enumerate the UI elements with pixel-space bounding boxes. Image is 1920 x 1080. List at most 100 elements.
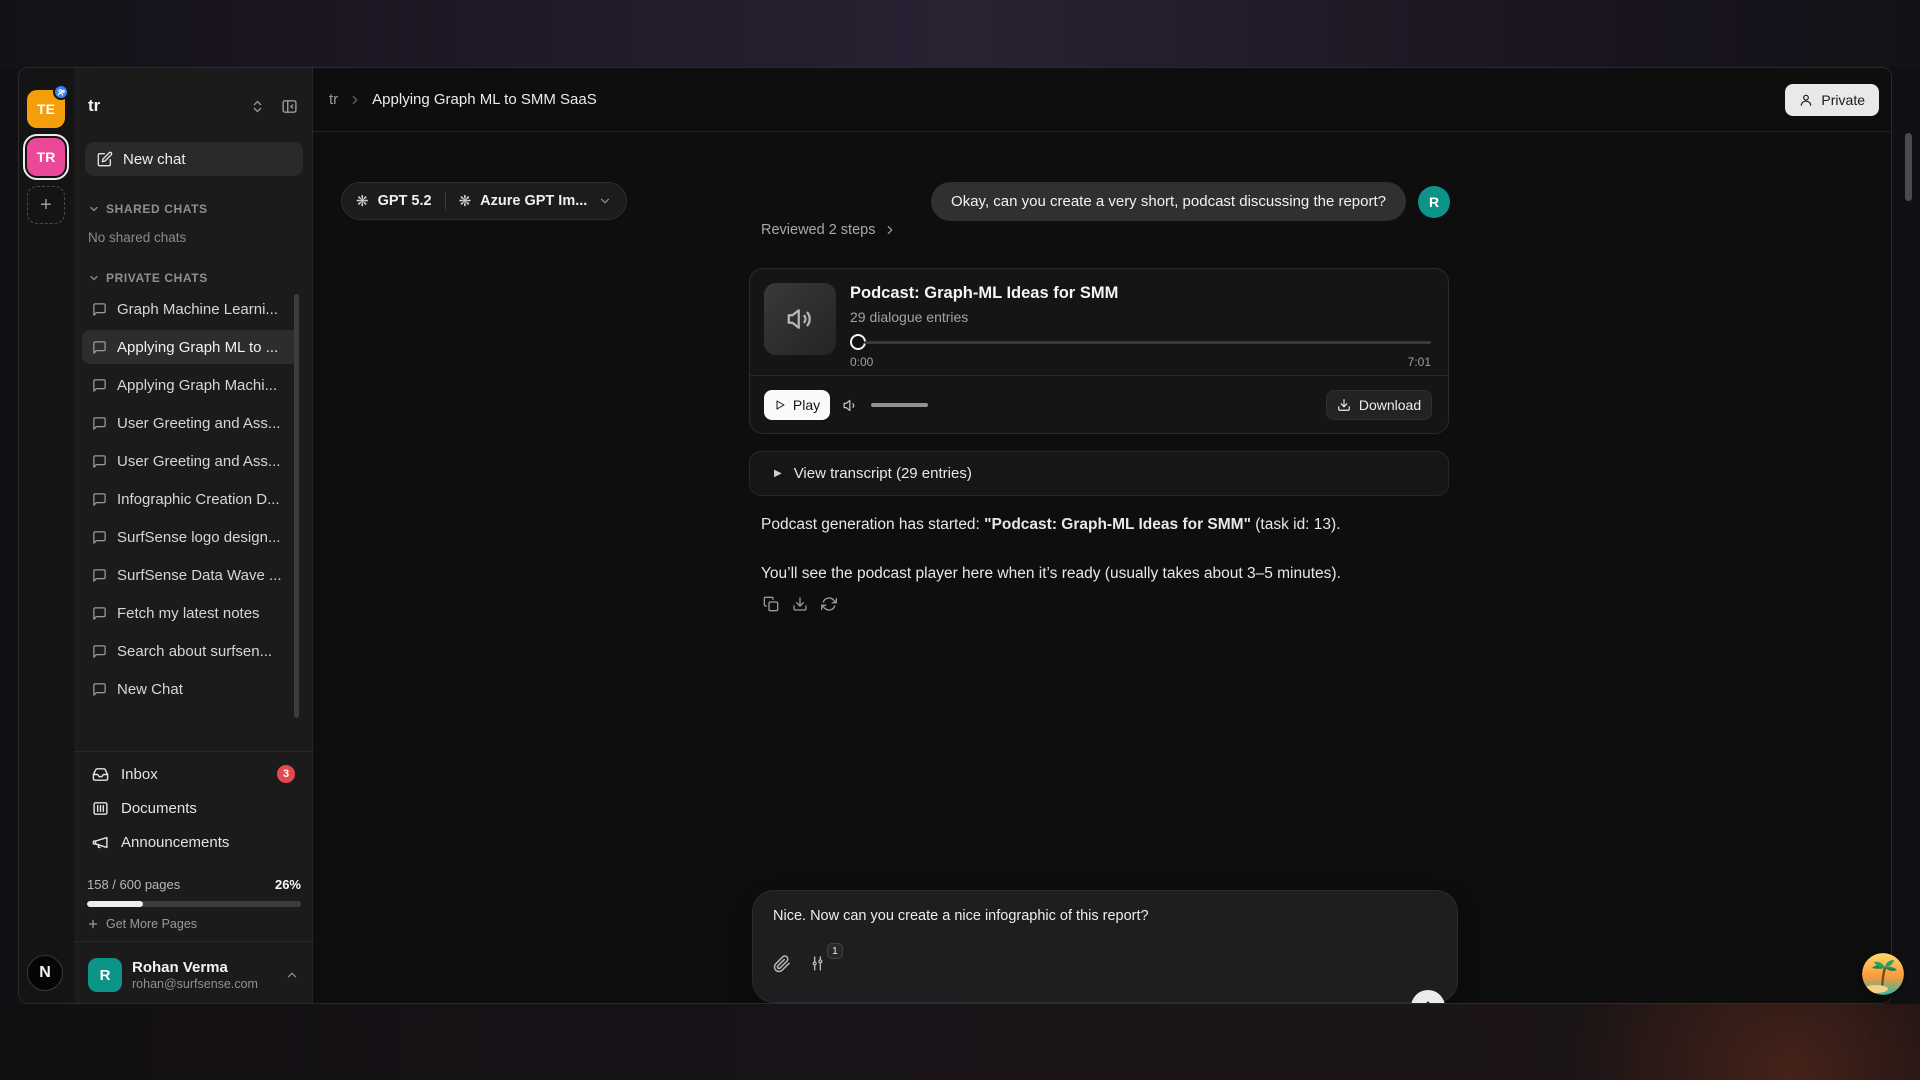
- desktop-background-top: [0, 0, 1920, 67]
- seek-track[interactable]: [864, 341, 1431, 344]
- secondary-model-label: Azure GPT Im...: [480, 193, 587, 209]
- chat-list-item[interactable]: Search about surfsen...: [82, 634, 298, 668]
- sidebar-header: tr: [88, 92, 298, 120]
- download-button[interactable]: Download: [1326, 390, 1432, 420]
- regenerate-icon[interactable]: [821, 596, 837, 612]
- chevron-down-icon: [88, 203, 100, 215]
- copy-icon[interactable]: [763, 596, 779, 612]
- chat-list-item[interactable]: Fetch my latest notes: [82, 596, 298, 630]
- shared-chats-empty-text: No shared chats: [88, 230, 186, 245]
- user-message-avatar: R: [1418, 186, 1450, 218]
- chat-list-item[interactable]: User Greeting and Ass...: [82, 406, 298, 440]
- chat-list-scrollbar[interactable]: [294, 294, 299, 718]
- message-square-icon: [92, 644, 107, 659]
- primary-model-label: GPT 5.2: [378, 193, 432, 209]
- speaker-icon: [785, 304, 815, 334]
- chat-title: SurfSense Data Wave ...: [117, 567, 282, 584]
- sidebar: tr New chat SHARED CHATS No shared chats…: [74, 68, 313, 1003]
- message-square-icon: [92, 378, 107, 393]
- private-chats-label: PRIVATE CHATS: [106, 271, 208, 285]
- sidebar-item-announcements[interactable]: Announcements: [82, 825, 305, 859]
- chat-title: User Greeting and Ass...: [117, 453, 280, 470]
- collapse-sidebar-icon[interactable]: [281, 98, 298, 115]
- workspace-tr-label: TR: [37, 149, 56, 165]
- n-logo-letter: N: [39, 964, 51, 982]
- download-icon: [1337, 398, 1351, 412]
- caret-right-icon: ▶: [774, 468, 782, 479]
- shared-chats-label: SHARED CHATS: [106, 202, 208, 216]
- reviewed-steps-toggle[interactable]: Reviewed 2 steps: [761, 222, 897, 238]
- sources-connectors-icon[interactable]: [809, 955, 826, 977]
- podcast-seek-slider[interactable]: [850, 333, 1431, 351]
- assistant-message-line1: Podcast generation has started: "Podcast…: [761, 514, 1451, 536]
- get-more-pages-button[interactable]: Get More Pages: [87, 917, 197, 931]
- play-label: Play: [793, 397, 820, 413]
- composer-input[interactable]: Nice. Now can you create a nice infograp…: [773, 908, 1433, 924]
- megaphone-icon: [92, 834, 109, 851]
- pages-usage-percent: 26%: [275, 877, 301, 892]
- palm-sticker-widget[interactable]: [1862, 953, 1904, 995]
- chat-list-item[interactable]: Applying Graph Machi...: [82, 368, 298, 402]
- plus-icon: +: [40, 194, 52, 217]
- private-chats-section-header[interactable]: PRIVATE CHATS: [88, 270, 208, 286]
- chat-list-item[interactable]: Graph Machine Learni...: [82, 292, 298, 326]
- breadcrumb-workspace[interactable]: tr: [329, 91, 338, 108]
- person-icon: [1799, 93, 1813, 107]
- play-button[interactable]: Play: [764, 390, 830, 420]
- workspace-switcher-icon[interactable]: [250, 99, 265, 114]
- assistant-text-bold: "Podcast: Graph-ML Ideas for SMM": [984, 516, 1251, 533]
- duration: 7:01: [1395, 355, 1431, 369]
- card-divider: [750, 375, 1448, 376]
- message-square-icon: [92, 568, 107, 583]
- chat-list-item[interactable]: SurfSense Data Wave ...: [82, 558, 298, 592]
- plus-icon: [87, 918, 99, 930]
- chat-list-item[interactable]: SurfSense logo design...: [82, 520, 298, 554]
- message-composer[interactable]: Nice. Now can you create a nice infograp…: [752, 890, 1458, 1003]
- shared-chats-section-header[interactable]: SHARED CHATS: [88, 201, 208, 217]
- inbox-icon: [92, 766, 109, 783]
- message-square-icon: [92, 302, 107, 317]
- add-workspace-button[interactable]: +: [27, 186, 65, 224]
- pill-divider: [445, 192, 446, 210]
- view-transcript-accordion[interactable]: ▶ View transcript (29 entries): [749, 451, 1449, 496]
- chat-header: tr Applying Graph ML to SMM SaaS Private: [313, 68, 1892, 132]
- user-message-row: Okay, can you create a very short, podca…: [749, 182, 1450, 221]
- documents-label: Documents: [121, 800, 197, 817]
- new-chat-button[interactable]: New chat: [85, 142, 303, 176]
- chat-title: Graph Machine Learni...: [117, 301, 278, 318]
- assistant-message-line2: You’ll see the podcast player here when …: [761, 563, 1451, 585]
- chat-list-item[interactable]: New Chat: [82, 672, 298, 706]
- download-icon[interactable]: [792, 596, 808, 612]
- volume-slider[interactable]: [871, 403, 928, 407]
- user-email: rohan@surfsense.com: [132, 977, 258, 992]
- workspace-tr-active[interactable]: TR: [27, 138, 65, 176]
- chat-title: Search about surfsen...: [117, 643, 272, 660]
- sidebar-divider: [74, 751, 313, 752]
- sidebar-item-inbox[interactable]: Inbox 3: [82, 757, 305, 791]
- podcast-title: Podcast: Graph-ML Ideas for SMM: [850, 284, 1118, 303]
- new-chat-label: New chat: [123, 151, 186, 168]
- volume-icon[interactable]: [842, 397, 859, 419]
- assistant-text: (task id: 13).: [1251, 516, 1341, 533]
- chat-list-item[interactable]: User Greeting and Ass...: [82, 444, 298, 478]
- chat-list: Graph Machine Learni... Applying Graph M…: [82, 292, 298, 710]
- chat-title: Fetch my latest notes: [117, 605, 260, 622]
- chevron-down-icon: [88, 272, 100, 284]
- n-logo-button[interactable]: N: [27, 955, 63, 991]
- chat-list-item[interactable]: Infographic Creation D...: [82, 482, 298, 516]
- desktop-background-bottom: [0, 1004, 1920, 1080]
- palm-tree-icon: [1862, 953, 1904, 995]
- send-button[interactable]: [1411, 990, 1445, 1004]
- model-selector[interactable]: ❋ GPT 5.2 ❋ Azure GPT Im...: [341, 182, 627, 220]
- message-square-icon: [92, 682, 107, 697]
- attach-file-icon[interactable]: [773, 955, 791, 978]
- chat-list-item-active[interactable]: Applying Graph ML to ...: [82, 330, 298, 364]
- user-menu[interactable]: R Rohan Verma rohan@surfsense.com: [82, 950, 305, 1000]
- play-icon: [774, 399, 786, 411]
- visibility-private-button[interactable]: Private: [1785, 84, 1879, 116]
- pages-progress-bar: [87, 901, 301, 907]
- user-avatar: R: [88, 958, 122, 992]
- reviewed-steps-label: Reviewed 2 steps: [761, 222, 875, 238]
- sidebar-item-documents[interactable]: Documents: [82, 791, 305, 825]
- page-scrollbar[interactable]: [1905, 133, 1912, 201]
